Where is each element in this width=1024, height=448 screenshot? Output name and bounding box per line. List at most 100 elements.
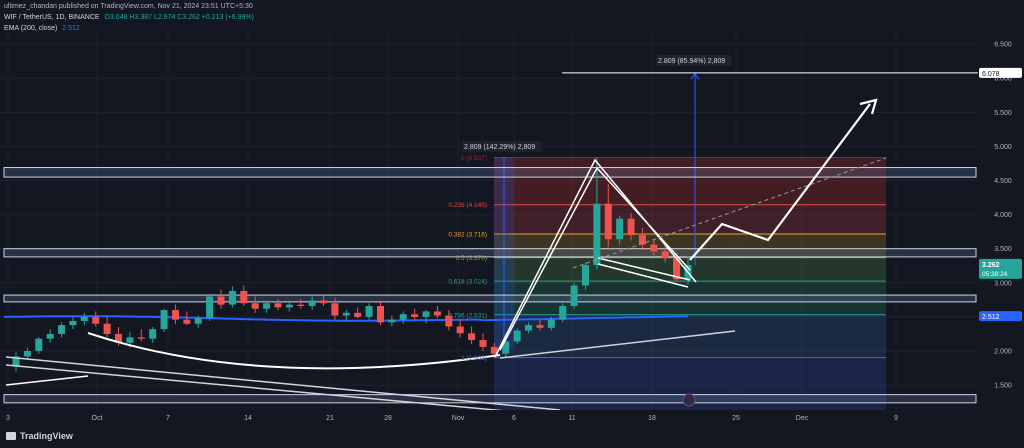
candle-body [274,303,282,308]
y-tick-label: 3.500 [994,246,1012,253]
tradingview-logo[interactable]: TradingView [6,431,73,441]
x-tick-label: 18 [648,415,656,422]
tradingview-icon [6,432,16,440]
candle-body [92,316,100,324]
x-tick-label: Nov [452,415,465,422]
candle-body [217,296,225,305]
candle-body [525,325,533,331]
candle-body [593,203,601,266]
indicator-line[interactable]: EMA (200, close) 2.512 [4,24,80,34]
candle-body [616,218,624,240]
indicator-value: 2.512 [62,25,80,32]
symbol-line: WIF / TetherUS, 1D, BINANCE O3.048 H3.38… [4,13,254,23]
candle-body [411,314,419,317]
brand-label: TradingView [20,431,73,441]
x-tick-label: 11 [568,415,575,422]
x-tick-label: Oct [92,415,103,422]
candle-body [46,333,54,339]
candle-body [388,319,396,323]
chart-screen: 0 (4.837) 0.236 (4.145) 0.382 (3.716) 0.5 (… [0,0,1024,448]
candle-body [160,310,168,330]
y-tick-label: 5.500 [994,110,1012,117]
candle-body [240,290,248,304]
y-tick-label: 6.500 [994,42,1012,49]
candle-body [581,265,589,286]
candle-body [559,305,567,320]
symbol-title[interactable]: WIF / TetherUS, 1D, BINANCE [4,14,100,21]
indicator-name: EMA (200, close) [4,25,58,32]
candle-body [479,340,487,347]
candle-body [422,311,430,317]
candle-body [285,304,293,308]
candle-body [23,351,31,357]
candle-body [433,311,441,316]
descending-channel [5,356,561,417]
candle-body [228,290,236,305]
candle-body [331,303,339,316]
candle-body [206,296,214,319]
fib-zones [494,72,886,420]
candle-body [194,318,202,324]
fib-level-label: 0.618 (3.024) [448,279,487,286]
y-tick-label: 1.500 [994,383,1012,390]
sr-box [3,248,977,258]
price-chart[interactable]: 0 (4.837) 0.236 (4.145) 0.382 (3.716) 0.5 (… [0,0,1024,448]
candle-body [650,244,658,252]
candle-body [297,304,305,306]
fib-level-label: 1 (1.903) [461,355,487,362]
candle-body [80,316,88,321]
small-trendline [5,375,89,386]
candle-body [137,337,145,339]
fib-level-label: 0.786 (2.531) [448,312,487,319]
candle-body [604,203,612,240]
candle-body [35,338,43,351]
ohlc-values: O3.048 H3.387 L2.974 C3.262 +0.213 (+6.9… [104,14,254,21]
ema-price-tag: 2.512 [982,314,1000,321]
x-tick-label: Dec [796,415,809,422]
x-tick-label: 9 [894,415,898,422]
candle-body [456,326,464,334]
candle-body [183,319,191,324]
candle-body [126,337,134,343]
footer-bar: TradingView [0,425,1024,448]
event-icon [682,393,696,407]
candle-body [536,325,544,328]
candle-body [376,305,384,323]
candle-body [570,285,578,306]
fib-level-label: 0.5 (3.370) [456,255,487,262]
candle-body [661,251,669,259]
measure-label-1: 2.809 (142.29%) 2,809 [464,144,535,151]
x-tick-label: 25 [732,415,740,422]
candle-body [627,218,635,236]
current-price-tag: 3.262 [982,262,1000,269]
x-tick-label: 7 [166,415,170,422]
x-tick-label: 28 [384,415,392,422]
candle-body [365,305,373,317]
measure-label-2: 2.809 (85.94%) 2,809 [658,58,725,65]
candle-body [468,333,476,341]
candle-body [342,312,350,316]
candle-body [149,329,157,339]
sr-box [3,394,977,404]
fib-level-label: 0 (4.837) [461,155,487,162]
candle-body [251,303,259,309]
candle-body [399,314,407,320]
candle-body [69,320,77,326]
candle-body [103,323,111,334]
candle-body [58,325,66,334]
sr-box [3,294,977,303]
candle-body [513,330,521,342]
y-tick-label: 5.000 [994,144,1012,151]
y-tick-label: 4.000 [994,212,1012,219]
y-tick-label: 3.000 [994,280,1012,287]
fib-zone [494,204,886,234]
candle-body [354,312,362,317]
x-tick-label: 21 [326,415,334,422]
fib-zone [494,157,886,205]
sr-box [3,167,977,178]
candle-body [171,310,179,320]
candle-body [263,303,271,309]
publish-line: ultimez_chandan published on TradingView… [4,3,253,10]
candle-body [547,319,555,328]
y-tick-label: 4.500 [994,178,1012,185]
